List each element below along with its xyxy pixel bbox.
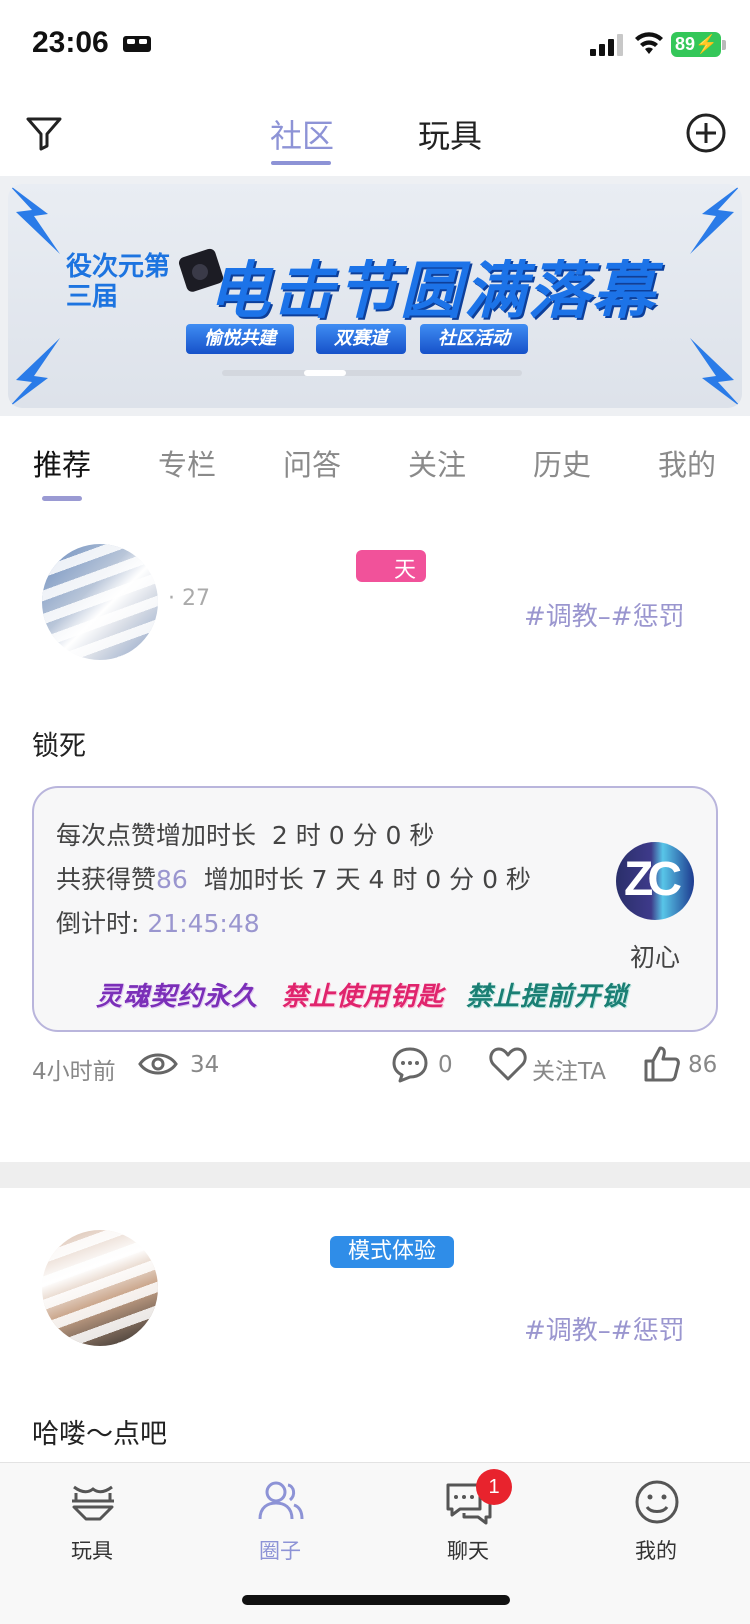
wifi-icon [635,32,663,54]
active-subtab-indicator [42,496,82,501]
home-indicator [242,1595,510,1605]
status-time: 23:06 [32,26,109,59]
eye-icon [138,1053,178,1075]
filter-icon[interactable] [24,113,64,153]
lightning-bolt-icon [690,184,742,254]
add-post-icon[interactable] [684,111,728,155]
comment-icon[interactable] [390,1044,430,1084]
nav-label: 聊天 [447,1539,489,1563]
like-count: 86 [688,1052,718,1078]
lock-row-countdown: 倒计时: 21:45:48 [56,904,260,940]
post-card[interactable]: 天 · 27 #调教–#惩罚 锁死 每次点赞增加时长 2 时 0 分 0 秒 共… [0,510,750,1162]
heart-icon[interactable] [488,1044,528,1084]
tab-toys[interactable]: 玩具 [418,111,482,157]
avatar-redaction [42,544,158,660]
sleep-mode-icon [123,36,151,52]
total-added-time: 增加时长 7 天 4 时 0 分 0 秒 [203,865,531,894]
comment-count: 0 [438,1052,453,1078]
lightning-bolt-icon [8,184,60,254]
carousel-active-dot [304,370,346,376]
status-bar: 23:06 89⚡ [0,0,750,90]
keyholder-name: 初心 [630,943,681,972]
battery-indicator: 89⚡ [671,32,721,57]
tab-recommended[interactable]: 推荐 [33,442,91,484]
tab-community[interactable]: 社区 [270,111,334,157]
total-likes-label: 共获得赞 [56,865,157,894]
post-hashtags[interactable]: #调教–#惩罚 [524,596,685,633]
lock-status-card[interactable]: 每次点赞增加时长 2 时 0 分 0 秒 共获得赞86 增加时长 7 天 4 时… [32,786,718,1032]
banner-slide[interactable]: 役次元第三届 电击节圆满落幕 愉悦共建 双赛道 社区活动 [8,184,742,408]
rule-badge: 禁止使用钥匙 [282,982,445,1012]
user-badge-text: 天 [393,558,416,583]
user-badge: 模式体验 [330,1236,454,1268]
cellular-signal-icon [590,34,623,56]
post-hashtags[interactable]: #调教–#惩罚 [524,1310,685,1347]
lightning-bolt-icon [8,338,60,408]
per-like-label: 每次点赞增加时长 [56,821,257,850]
thumbs-up-icon[interactable] [642,1044,682,1084]
chat-notification-badge: 1 [476,1469,512,1505]
avatar-redaction [42,1230,158,1346]
post-card[interactable]: 模式体验 #调教–#惩罚 哈喽～点吧 [0,1188,750,1462]
banner-subtitle: 役次元第三届 [66,252,171,312]
avatar[interactable] [42,1230,158,1346]
nav-circle[interactable]: 圈子 [220,1477,340,1567]
rule-badge: 禁止提前开锁 [466,982,629,1012]
user-badge: 天 [356,550,426,583]
total-likes-count: 86 [156,865,188,894]
follow-button[interactable]: 关注TA [532,1052,606,1086]
nav-toys[interactable]: 玩具 [32,1477,152,1567]
tab-history[interactable]: 历史 [533,442,591,484]
top-nav: 社区 玩具 [0,95,750,175]
tab-mine[interactable]: 我的 [658,442,716,484]
toys-icon [72,1485,114,1521]
banner-carousel[interactable]: 役次元第三届 电击节圆满落幕 愉悦共建 双赛道 社区活动 [0,176,750,416]
post-time: 4小时前 [32,1059,116,1085]
nav-label: 圈子 [259,1539,301,1563]
carousel-dots [222,370,522,376]
lock-row-per-like: 每次点赞增加时长 2 时 0 分 0 秒 [56,816,434,852]
group-icon [258,1481,304,1520]
keyholder-initials: ZC [624,853,682,906]
post-meta-fragment: 27 [182,586,210,611]
countdown-label: 倒计时: [56,909,140,938]
banner-tag: 双赛道 [316,324,406,354]
post-divider [0,1162,750,1188]
nav-label: 我的 [635,1539,677,1563]
avatar[interactable] [42,544,158,660]
rule-badge: 灵魂契约永久 [96,982,259,1012]
post-footer: 4小时前 34 0 关注TA 86 [0,1044,750,1086]
active-tab-indicator [271,161,331,165]
bottom-tab-bar: 玩具 圈子 聊天 1 我的 [0,1462,750,1624]
smiley-icon [635,1480,679,1524]
banner-tag: 社区活动 [420,324,528,354]
lock-row-total-likes: 共获得赞86 增加时长 7 天 4 时 0 分 0 秒 [56,860,531,896]
charging-icon: ⚡ [695,34,718,54]
tab-following[interactable]: 关注 [408,442,466,484]
countdown-value: 21:45:48 [147,909,260,938]
banner-title: 电击节圆满落幕 [208,254,657,327]
banner-tag: 愉悦共建 [186,324,294,354]
lightning-bolt-icon [690,338,742,408]
battery-level: 89 [675,34,696,54]
nav-label: 玩具 [71,1539,113,1563]
per-like-value: 2 时 0 分 0 秒 [271,821,435,850]
keyholder-avatar[interactable]: ZC [616,842,694,920]
feed-tabs: 推荐 专栏 问答 关注 历史 我的 [0,418,750,508]
post-meta: · 27 [168,586,210,611]
post-text: 锁死 [32,731,86,762]
nav-mine[interactable]: 我的 [596,1477,716,1567]
battery-cap [722,40,726,50]
post-text: 哈喽～点吧 [32,1419,167,1450]
tab-qa[interactable]: 问答 [283,442,341,484]
view-count: 34 [190,1052,220,1078]
tab-columns[interactable]: 专栏 [158,442,216,484]
